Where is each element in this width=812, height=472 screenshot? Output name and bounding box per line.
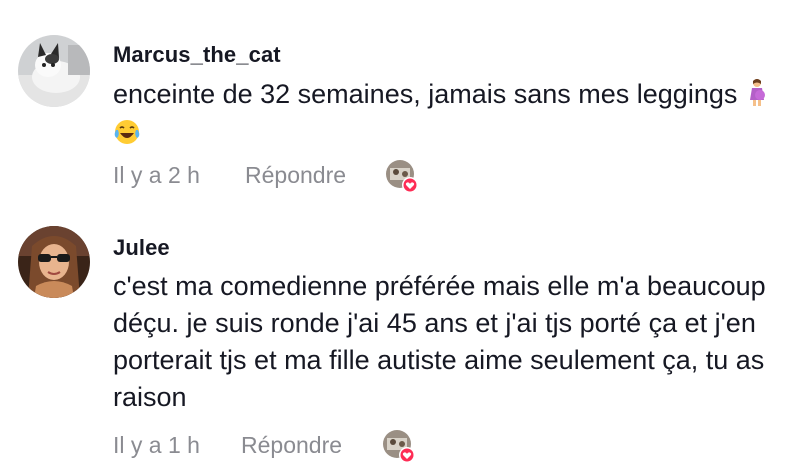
creator-liked-badge — [381, 428, 421, 464]
username[interactable]: Marcus_the_cat — [113, 42, 281, 68]
comment-timestamp: Il y a 2 h — [113, 162, 200, 188]
tears-of-joy-emoji — [113, 118, 141, 156]
reply-button[interactable]: Répondre — [245, 162, 346, 189]
avatar[interactable] — [18, 226, 90, 298]
comment-text-content: c'est ma comedienne préférée mais elle m… — [113, 271, 766, 412]
woman-avatar-image — [18, 226, 90, 298]
comment-timestamp: Il y a 1 h — [113, 432, 200, 458]
comment-text-content: enceinte de 32 semaines, jamais sans mes… — [113, 79, 738, 109]
username[interactable]: Julee — [113, 235, 170, 261]
comment-item: Julee c'est ma comedienne préférée mais … — [0, 210, 812, 472]
pregnant-woman-emoji — [745, 78, 769, 116]
reply-button[interactable]: Répondre — [241, 432, 342, 459]
creator-liked-badge — [384, 158, 424, 194]
avatar[interactable] — [18, 35, 90, 107]
comment-text: enceinte de 32 semaines, jamais sans mes… — [113, 76, 803, 156]
comment-text: c'est ma comedienne préférée mais elle m… — [113, 268, 803, 416]
cat-avatar-image — [18, 35, 90, 107]
comment-item: Marcus_the_cat enceinte de 32 semaines, … — [0, 0, 812, 210]
